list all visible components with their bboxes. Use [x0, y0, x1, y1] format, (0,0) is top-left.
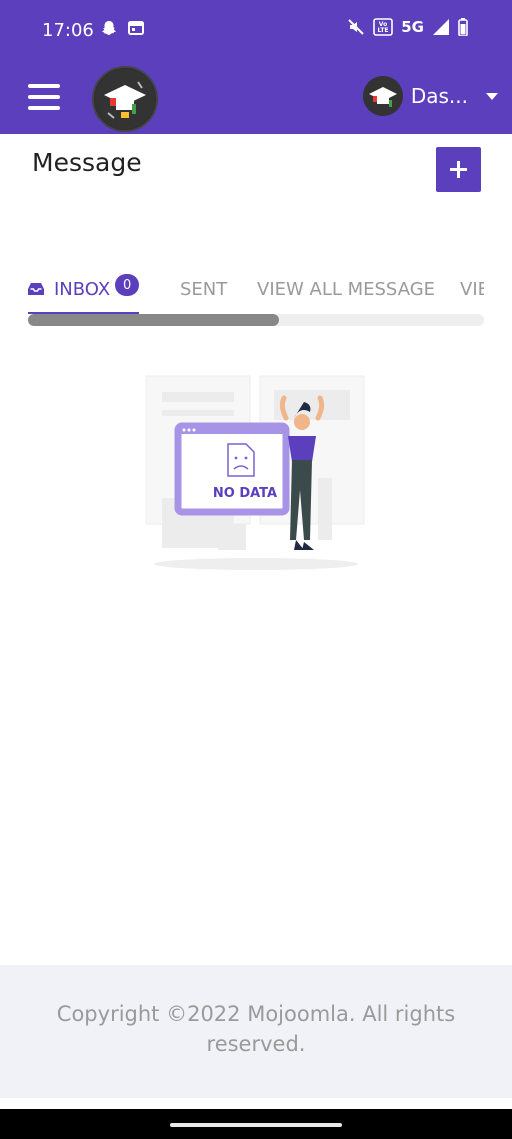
- tab-view-all-message[interactable]: VIEW ALL MESSAGE: [257, 266, 435, 312]
- no-data-label: NO DATA: [213, 486, 277, 501]
- tab-inbox-label: INBOX: [54, 278, 111, 300]
- avatar: [362, 76, 403, 116]
- copyright-text: Copyright ©2022 Mojoomla. All rights res…: [56, 1002, 456, 1056]
- menu-icon[interactable]: [28, 84, 60, 110]
- school-logo[interactable]: [92, 66, 158, 132]
- network-type: 5G: [401, 18, 424, 36]
- inbox-icon: [28, 283, 44, 295]
- mute-icon: [348, 19, 364, 35]
- system-nav-bar: [0, 1109, 512, 1139]
- inbox-count-badge: 0: [115, 274, 140, 296]
- tab-sent-label: SENT: [180, 278, 228, 300]
- user-name: Das...: [410, 84, 468, 108]
- message-tabs: INBOX 0 SENT VIEW ALL MESSAGE VIE: [28, 266, 484, 314]
- no-data-illustration: NO DATA: [128, 370, 388, 575]
- svg-text:LTE: LTE: [378, 27, 389, 34]
- page-title: Message: [32, 148, 142, 177]
- caret-down-icon: [486, 92, 498, 100]
- volte-icon: Vo LTE: [373, 18, 394, 36]
- footer: Copyright ©2022 Mojoomla. All rights res…: [0, 965, 512, 1098]
- calendar-icon: [128, 21, 144, 35]
- signal-icon: [433, 19, 449, 35]
- clock: 17:06: [42, 20, 94, 41]
- tab-inbox[interactable]: INBOX 0: [28, 266, 140, 314]
- snapchat-icon: [102, 21, 116, 35]
- tab-more[interactable]: VIE: [460, 266, 484, 312]
- tab-scrollbar-thumb[interactable]: [28, 314, 279, 326]
- tab-view-all-label: VIEW ALL MESSAGE: [257, 278, 436, 300]
- tab-scrollbar[interactable]: [28, 314, 484, 326]
- add-message-button[interactable]: [436, 147, 481, 192]
- app-bar: Das...: [0, 62, 512, 134]
- home-gesture-handle[interactable]: [170, 1123, 342, 1127]
- user-menu[interactable]: Das...: [362, 76, 498, 116]
- tab-sent[interactable]: SENT: [180, 266, 227, 312]
- status-bar: 17:06 Vo LTE 5G: [0, 0, 512, 62]
- battery-icon: [458, 18, 468, 36]
- tab-more-label: VIE: [460, 278, 484, 300]
